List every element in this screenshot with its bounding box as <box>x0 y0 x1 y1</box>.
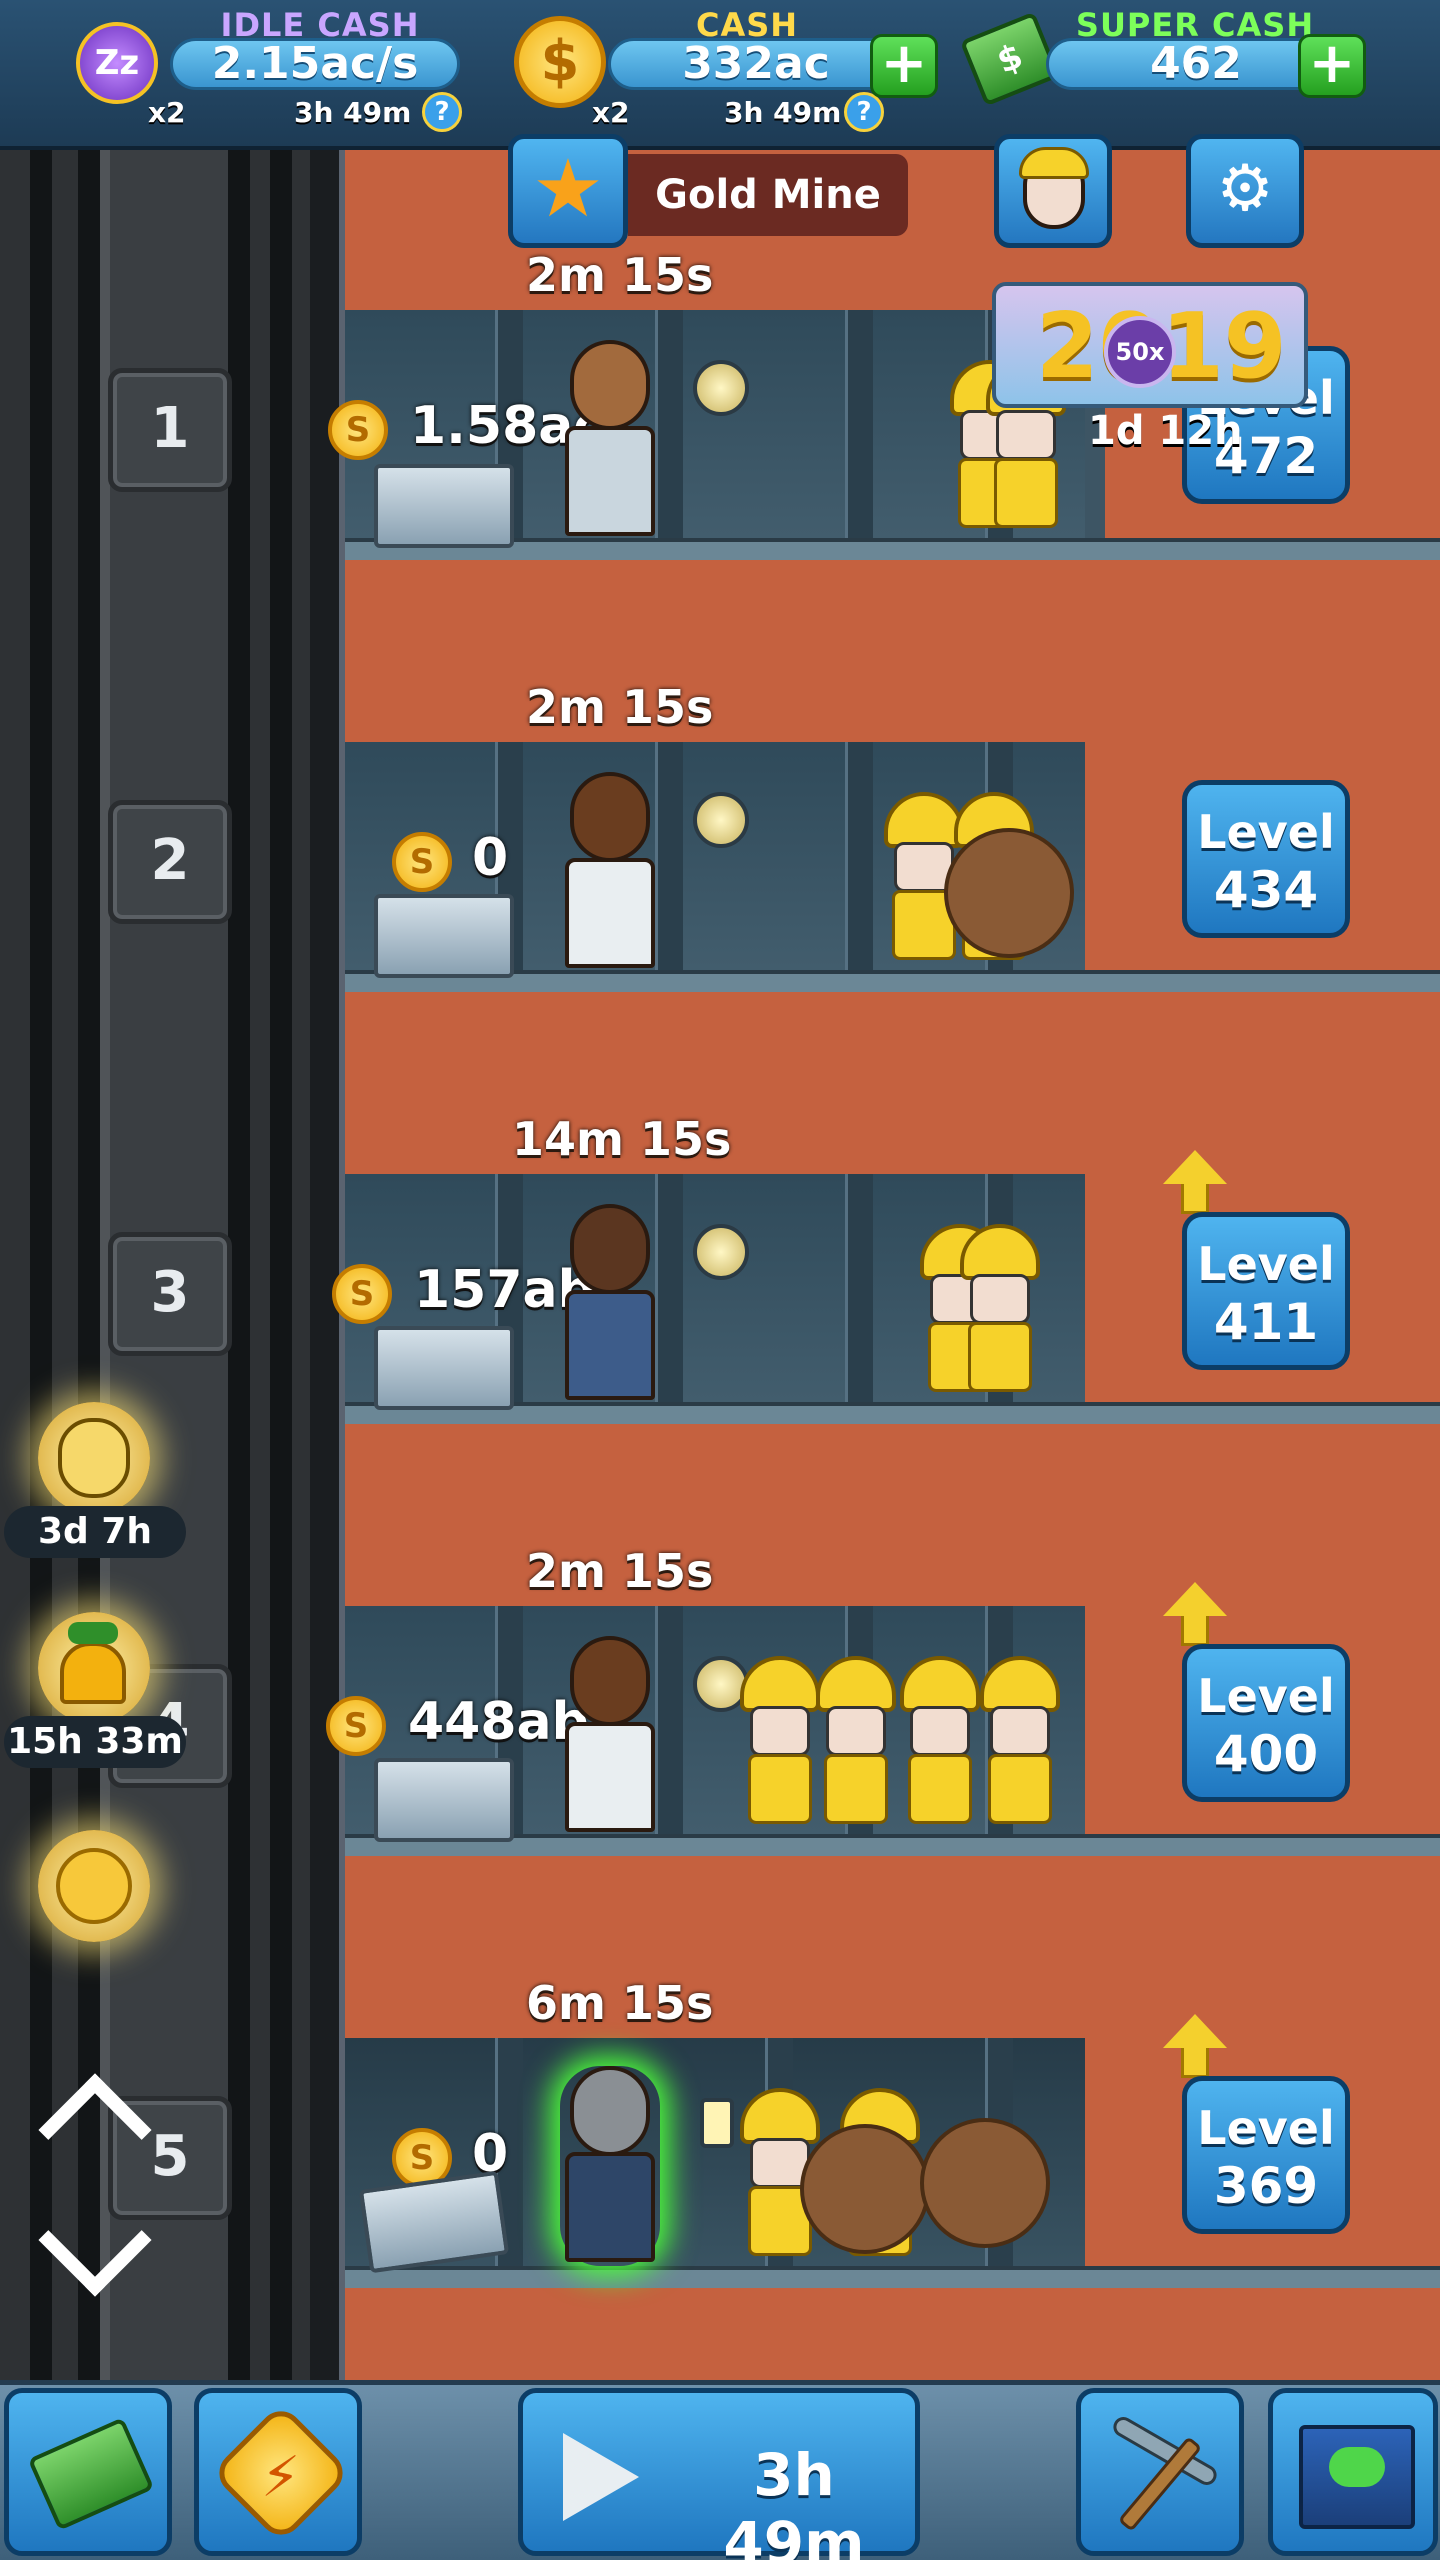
ore-sack-icon <box>920 2118 1050 2248</box>
coin-icon: S <box>332 1264 392 1324</box>
shaft-amount-2: 0 <box>472 828 509 888</box>
idle-cash-help-button[interactable]: ? <box>422 92 462 132</box>
shaft-crate-1[interactable] <box>374 464 514 548</box>
shaft-level-button-2[interactable]: Level 434 <box>1182 780 1350 938</box>
manager-profile-button[interactable] <box>994 134 1112 248</box>
coin-icon: S <box>328 400 388 460</box>
shaft-level-button-4[interactable]: Level 400 <box>1182 1644 1350 1802</box>
ad-boost-timer: 3h 49m <box>723 2441 865 2560</box>
ad-boost-play-button[interactable]: 3h 49m <box>518 2388 920 2560</box>
idle-cash-icon: Zz <box>76 22 158 104</box>
upgrade-arrow-icon <box>1163 1150 1227 1184</box>
cash-multiplier: x2 <box>592 96 630 129</box>
shaft-timer-2: 2m 15s <box>526 680 714 734</box>
shaft-manager-4[interactable] <box>560 1636 660 1836</box>
game-screen: { "currency": { "idle": { "title": "IDLE… <box>0 0 1440 2560</box>
shaft-number-1[interactable]: 1 <box>108 368 232 492</box>
play-icon <box>563 2433 639 2521</box>
miner-helmet-icon <box>1019 147 1089 179</box>
upgrade-arrow-stem <box>1181 2048 1209 2078</box>
lightning-icon: ⚡ <box>261 2445 301 2510</box>
shaft-manager-2[interactable] <box>560 772 660 972</box>
upgrade-arrow-stem <box>1181 1616 1209 1646</box>
idle-cash-value: 2.15ac/s <box>170 38 460 90</box>
boost-timer-1: 3d 7h <box>4 1506 186 1558</box>
shaft-crate-4[interactable] <box>374 1758 514 1842</box>
event-multiplier-badge: 50x <box>1104 316 1176 388</box>
upgrade-arrow-stem <box>1181 1184 1209 1214</box>
super-cash-add-button[interactable]: + <box>1298 34 1366 98</box>
cash-help-button[interactable]: ? <box>844 92 884 132</box>
miners-group-4[interactable] <box>740 1626 1100 1826</box>
cash-value: 332ac <box>608 38 904 90</box>
map-button[interactable] <box>1268 2388 1438 2556</box>
research-button[interactable] <box>1076 2388 1244 2556</box>
boost-button[interactable]: ⚡ <box>194 2388 362 2556</box>
event-timer: 1d 12h <box>1088 408 1243 454</box>
shaft-timer-5: 6m 15s <box>526 1976 714 2030</box>
shaft-timer-3: 14m 15s <box>512 1112 732 1166</box>
shaft-timer-1: 2m 15s <box>526 248 714 302</box>
shaft-number-3[interactable]: 3 <box>108 1232 232 1356</box>
ore-sack-icon <box>800 2124 930 2254</box>
golden-manager-icon[interactable] <box>38 1830 150 1942</box>
shaft-manager-1[interactable] <box>560 340 660 540</box>
shaft-manager-3[interactable] <box>560 1204 660 1404</box>
coin-icon: S <box>392 832 452 892</box>
upgrade-arrow-icon <box>1163 2014 1227 2048</box>
shop-button[interactable] <box>4 2388 172 2556</box>
cash-add-button[interactable]: + <box>870 34 938 98</box>
upgrade-arrow-icon <box>1163 1582 1227 1616</box>
lamp-icon <box>693 1224 749 1280</box>
shaft-level-button-5[interactable]: Level 369 <box>1182 2076 1350 2234</box>
event-banner[interactable]: 2019 50x <box>992 282 1308 408</box>
shaft-crate-3[interactable] <box>374 1326 514 1410</box>
shaft-timer-4: 2m 15s <box>526 1544 714 1598</box>
coin-icon: S <box>326 1696 386 1756</box>
cash-stack-icon <box>27 2417 155 2531</box>
lantern-icon <box>700 2098 734 2148</box>
miners-group-5[interactable] <box>740 2058 1070 2258</box>
lamp-icon <box>693 360 749 416</box>
idle-cash-timer: 3h 49m <box>294 96 412 129</box>
miners-group-2[interactable] <box>884 762 1104 962</box>
shaft-level-button-3[interactable]: Level 411 <box>1182 1212 1350 1370</box>
idle-cash-panel[interactable]: Zz IDLE CASH 2.15ac/s x2 3h 49m ? <box>70 0 470 150</box>
boost-manager-icon[interactable] <box>38 1402 150 1514</box>
shaft-crate-2[interactable] <box>374 894 514 978</box>
miners-group-3[interactable] <box>920 1194 1100 1394</box>
shaft-manager-5[interactable] <box>560 2066 660 2266</box>
settings-button[interactable]: ⚙ <box>1186 134 1304 248</box>
cash-coin-icon: $ <box>514 16 606 108</box>
shaft-wall <box>310 150 345 2380</box>
cash-timer: 3h 49m <box>724 96 842 129</box>
shaft-number-2[interactable]: 2 <box>108 800 232 924</box>
prestige-star-button[interactable]: ★ <box>508 134 628 248</box>
bell-event-icon[interactable] <box>38 1612 150 1724</box>
boost-timer-2: 15h 33m <box>4 1716 186 1768</box>
ore-sack-icon <box>944 828 1074 958</box>
mine-name-label: Gold Mine <box>628 154 908 236</box>
super-cash-icon: $ <box>959 11 1061 107</box>
lamp-icon <box>693 792 749 848</box>
idle-cash-multiplier: x2 <box>148 96 186 129</box>
